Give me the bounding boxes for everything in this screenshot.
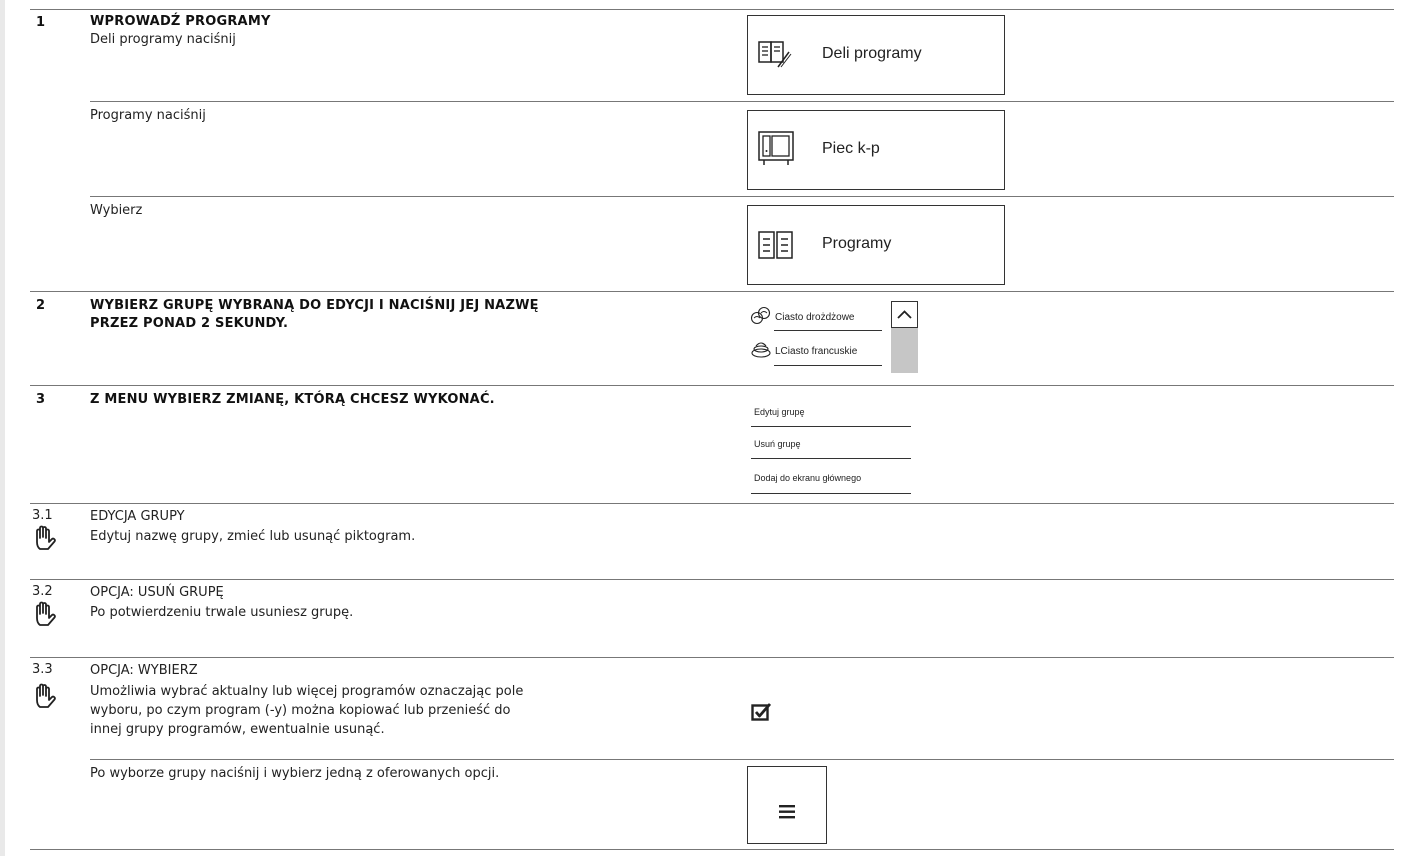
- step-text: Umożliwia wybrać aktualny lub więcej pro…: [90, 684, 524, 699]
- button-label: Programy: [822, 235, 892, 252]
- step-number: 3.2: [32, 584, 53, 599]
- menu-item-add-home[interactable]: Dodaj do ekranu głównego: [747, 462, 918, 496]
- divider: [751, 458, 911, 459]
- hamburger-menu-icon: [779, 805, 795, 819]
- divider: [90, 759, 1394, 760]
- divider: [90, 101, 1394, 102]
- divider: [751, 426, 911, 427]
- divider: [30, 385, 1394, 386]
- hand-stop-icon: [36, 525, 56, 550]
- chevron-up-icon: [897, 310, 912, 319]
- step-number: 3.3: [32, 662, 53, 677]
- context-menu: Edytuj grupę Usuń grupę Dodaj do ekranu …: [747, 392, 918, 496]
- step-title: OPCJA: WYBIERZ: [90, 663, 198, 678]
- button-label: Piec k-p: [822, 140, 880, 157]
- menu-item-delete-group[interactable]: Usuń grupę: [747, 428, 918, 462]
- manual-page: 1 WPROWADŹ PROGRAMY Deli programy naciśn…: [5, 0, 1401, 856]
- divider: [30, 579, 1394, 580]
- step-title: Z MENU WYBIERZ ZMIANĘ, KTÓRĄ CHCESZ WYKO…: [90, 392, 495, 407]
- step-title: WYBIERZ GRUPĘ WYBRANĄ DO EDYCJI I NACIŚN…: [90, 298, 539, 313]
- list-item[interactable]: Ciasto drożdżowe: [747, 297, 887, 333]
- step-text: Programy naciśnij: [90, 108, 206, 123]
- step-text: Deli programy naciśnij: [90, 32, 236, 47]
- menu-item-label: Edytuj grupę: [754, 407, 805, 417]
- step-text: Po potwierdzeniu trwale usuniesz grupę.: [90, 605, 354, 620]
- step-number: 3.1: [32, 508, 53, 523]
- divider: [774, 365, 882, 366]
- list-grid-icon: [758, 231, 793, 259]
- divider: [30, 291, 1394, 292]
- divider: [751, 493, 911, 494]
- list-item-label: Ciasto drożdżowe: [775, 312, 855, 323]
- step-text: innej grupy programów, ewentualnie usuną…: [90, 722, 385, 737]
- divider: [30, 657, 1394, 658]
- step-number: 3: [36, 392, 46, 407]
- scrollbar[interactable]: [891, 301, 918, 373]
- hand-stop-icon: [36, 601, 56, 626]
- programs-button[interactable]: Programy: [747, 205, 1005, 285]
- scroll-up-button[interactable]: [891, 301, 918, 328]
- step-text: Wybierz: [90, 203, 143, 218]
- step-text: Po wyborze grupy naciśnij i wybierz jedn…: [90, 766, 500, 781]
- divider: [30, 849, 1394, 850]
- hand-stop-icon: [36, 683, 56, 708]
- divider: [774, 330, 882, 331]
- oven-icon: [758, 131, 794, 165]
- menu-item-label: Dodaj do ekranu głównego: [754, 473, 862, 483]
- divider: [30, 503, 1394, 504]
- menu-item-edit-group[interactable]: Edytuj grupę: [747, 392, 918, 428]
- step-number: 1: [36, 15, 46, 30]
- menu-item-label: Usuń grupę: [754, 439, 801, 449]
- step-text: wyboru, po czym program (-y) można kopio…: [90, 703, 511, 718]
- book-pencil-icon: [758, 41, 792, 68]
- list-item[interactable]: LCiasto francuskie: [747, 335, 887, 371]
- menu-button[interactable]: [747, 766, 827, 844]
- pastry-icon: [751, 342, 771, 358]
- list-item-label: LCiasto francuskie: [775, 346, 858, 357]
- step-title: WPROWADŹ PROGRAMY: [90, 14, 271, 29]
- divider: [30, 9, 1394, 10]
- checkbox-icon[interactable]: [751, 702, 773, 722]
- button-label: Deli programy: [822, 45, 922, 62]
- deli-programs-button[interactable]: Deli programy: [747, 15, 1005, 95]
- step-title: OPCJA: USUŃ GRUPĘ: [90, 585, 224, 600]
- step-number: 2: [36, 298, 46, 313]
- step-title: PRZEZ PONAD 2 SEKUNDY.: [90, 316, 289, 331]
- divider: [90, 196, 1394, 197]
- group-list: Ciasto drożdżowe LCiasto francuskie: [747, 297, 919, 373]
- oven-button[interactable]: Piec k-p: [747, 110, 1005, 190]
- bread-icon: [750, 306, 771, 325]
- step-text: Edytuj nazwę grupy, zmieć lub usunąć pik…: [90, 529, 416, 544]
- step-title: EDYCJA GRUPY: [90, 509, 185, 524]
